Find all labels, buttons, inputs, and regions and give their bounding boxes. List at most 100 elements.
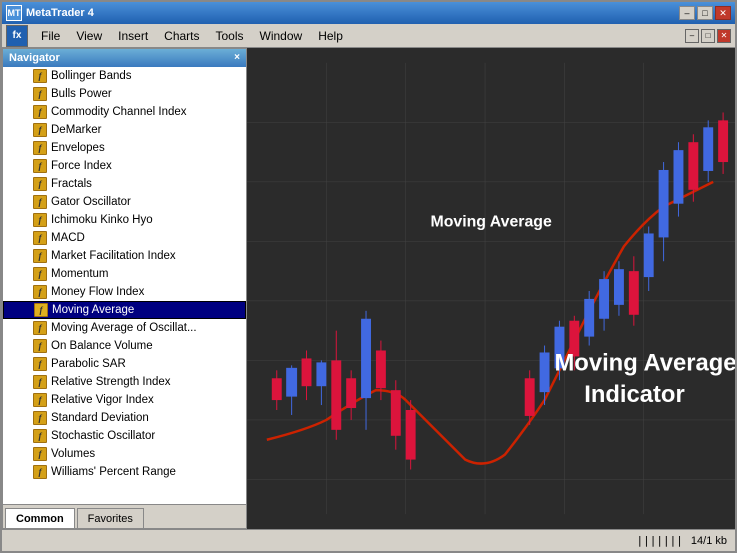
indicator-icon: f — [33, 213, 47, 227]
maximize-button[interactable]: □ — [697, 6, 713, 20]
nav-item-on-balance-volume[interactable]: f On Balance Volume — [3, 337, 246, 355]
navigator-tabs: Common Favorites — [3, 504, 246, 528]
close-button[interactable]: ✕ — [715, 6, 731, 20]
nav-item-macd[interactable]: f MACD — [3, 229, 246, 247]
nav-item-relative-vigor-index[interactable]: f Relative Vigor Index — [3, 391, 246, 409]
indicator-icon: f — [33, 231, 47, 245]
nav-item-fractals[interactable]: f Fractals — [3, 175, 246, 193]
nav-item-bollinger-bands[interactable]: fBollinger Bands — [3, 67, 246, 85]
indicator-label: Commodity Channel Index — [51, 106, 187, 118]
navigator-close-button[interactable]: × — [234, 53, 240, 63]
inner-window-controls: – □ ✕ — [685, 29, 731, 43]
nav-item-volumes[interactable]: f Volumes — [3, 445, 246, 463]
nav-item-commodity-channel-index[interactable]: f Commodity Channel Index — [3, 103, 246, 121]
indicator-label: MACD — [51, 232, 85, 244]
navigator-label: Navigator — [9, 52, 60, 64]
menu-window[interactable]: Window — [253, 26, 310, 46]
indicator-label: DeMarker — [51, 124, 101, 136]
indicator-label: Fractals — [51, 178, 92, 190]
menu-view[interactable]: View — [69, 26, 109, 46]
nav-item-relative-strength-index[interactable]: f Relative Strength Index — [3, 373, 246, 391]
chart-label-moving-average: Moving Average — [430, 214, 552, 231]
tab-common[interactable]: Common — [5, 508, 75, 528]
chart-area[interactable]: Moving Average Moving Average Indicator — [247, 48, 735, 529]
indicator-icon: f — [33, 447, 47, 461]
indicator-icon: f — [33, 159, 47, 173]
menu-bar: fx File View Insert Charts Tools Window … — [2, 24, 735, 48]
indicator-icon: f — [33, 429, 47, 443]
indicator-label: Force Index — [51, 160, 112, 172]
nav-item-stochastic-oscillator[interactable]: f Stochastic Oscillator — [3, 427, 246, 445]
inner-maximize[interactable]: □ — [701, 29, 715, 43]
indicator-label: Moving Average — [52, 304, 134, 316]
indicator-label: Ichimoku Kinko Hyo — [51, 214, 153, 226]
nav-item-gator-oscillator[interactable]: fGator Oscillator — [3, 193, 246, 211]
navigator-panel: Navigator × fBollinger Bands f Bulls Power… — [2, 48, 247, 529]
indicator-icon: f — [33, 285, 47, 299]
indicator-icon: f — [33, 195, 47, 209]
indicator-label: Parabolic SAR — [51, 358, 126, 370]
indicator-label: Relative Vigor Index — [51, 394, 154, 406]
window-title: MetaTrader 4 — [26, 7, 94, 19]
indicator-icon: f — [33, 87, 47, 101]
nav-item-moving-average[interactable]: f Moving Average — [3, 301, 246, 319]
nav-item-money-flow-index[interactable]: f Money Flow Index — [3, 283, 246, 301]
indicator-label: Market Facilitation Index — [51, 250, 176, 262]
menu-insert[interactable]: Insert — [111, 26, 155, 46]
indicator-icon: f — [33, 105, 47, 119]
nav-item-demarker[interactable]: f DeMarker — [3, 121, 246, 139]
indicator-label: Bulls Power — [51, 88, 112, 100]
indicator-icon: f — [33, 177, 47, 191]
nav-item-momentum[interactable]: fMomentum — [3, 265, 246, 283]
nav-item-parabolic-sar[interactable]: f Parabolic SAR — [3, 355, 246, 373]
menu-file[interactable]: File — [34, 26, 67, 46]
minimize-button[interactable]: – — [679, 6, 695, 20]
indicator-icon: f — [33, 357, 47, 371]
chart-label-main-1: Moving Average — [554, 349, 735, 376]
indicator-label: Volumes — [51, 448, 95, 460]
indicator-icon: f — [33, 411, 47, 425]
nav-item-force-index[interactable]: f Force Index — [3, 157, 246, 175]
indicator-label: Stochastic Oscillator — [51, 430, 155, 442]
main-window: MT MetaTrader 4 – □ ✕ fx File View Inser… — [0, 0, 737, 553]
inner-close[interactable]: ✕ — [717, 29, 731, 43]
indicator-label: Standard Deviation — [51, 412, 149, 424]
indicator-list[interactable]: fBollinger Bands f Bulls Power f Commodity C… — [3, 67, 246, 504]
navigator-content: fBollinger Bands f Bulls Power f Commodity C… — [3, 67, 246, 528]
menu-help[interactable]: Help — [311, 26, 350, 46]
nav-item-market-facilitation-index[interactable]: f Market Facilitation Index — [3, 247, 246, 265]
indicator-icon: f — [33, 339, 47, 353]
nav-item-bulls-power[interactable]: f Bulls Power — [3, 85, 246, 103]
title-bar-controls: – □ ✕ — [679, 6, 731, 20]
nav-item-williams'-percent-range[interactable]: fWilliams' Percent Range — [3, 463, 246, 481]
app-icon: MT — [6, 5, 22, 21]
indicator-label: Envelopes — [51, 142, 105, 154]
nav-item-envelopes[interactable]: f Envelopes — [3, 139, 246, 157]
indicator-label: Relative Strength Index — [51, 376, 171, 388]
indicator-icon: f — [33, 249, 47, 263]
chart-label-main-2: Indicator — [584, 381, 684, 408]
indicator-icon: f — [33, 321, 47, 335]
title-bar: MT MetaTrader 4 – □ ✕ — [2, 2, 735, 24]
indicator-label: Money Flow Index — [51, 286, 144, 298]
main-area: Navigator × fBollinger Bands f Bulls Power… — [2, 48, 735, 529]
inner-minimize[interactable]: – — [685, 29, 699, 43]
indicator-icon: f — [33, 123, 47, 137]
indicator-icon: f — [33, 141, 47, 155]
menu-charts[interactable]: Charts — [157, 26, 206, 46]
indicator-icon: f — [33, 375, 47, 389]
menu-tools[interactable]: Tools — [209, 26, 251, 46]
status-bar: ||||||| 14/1 kb — [2, 529, 735, 551]
status-size: 14/1 kb — [691, 535, 727, 547]
indicator-label: Momentum — [51, 268, 109, 280]
indicator-icon: f — [33, 393, 47, 407]
indicator-label: On Balance Volume — [51, 340, 153, 352]
nav-item-ichimoku-kinko-hyo[interactable]: f Ichimoku Kinko Hyo — [3, 211, 246, 229]
indicator-icon: f — [33, 465, 47, 479]
indicator-icon: f — [34, 303, 48, 317]
nav-item-standard-deviation[interactable]: f Standard Deviation — [3, 409, 246, 427]
tab-favorites[interactable]: Favorites — [77, 508, 144, 528]
app-logo: fx — [6, 25, 28, 47]
nav-item-moving-average-of-oscillat...[interactable]: fMoving Average of Oscillat... — [3, 319, 246, 337]
indicator-icon: f — [33, 69, 47, 83]
